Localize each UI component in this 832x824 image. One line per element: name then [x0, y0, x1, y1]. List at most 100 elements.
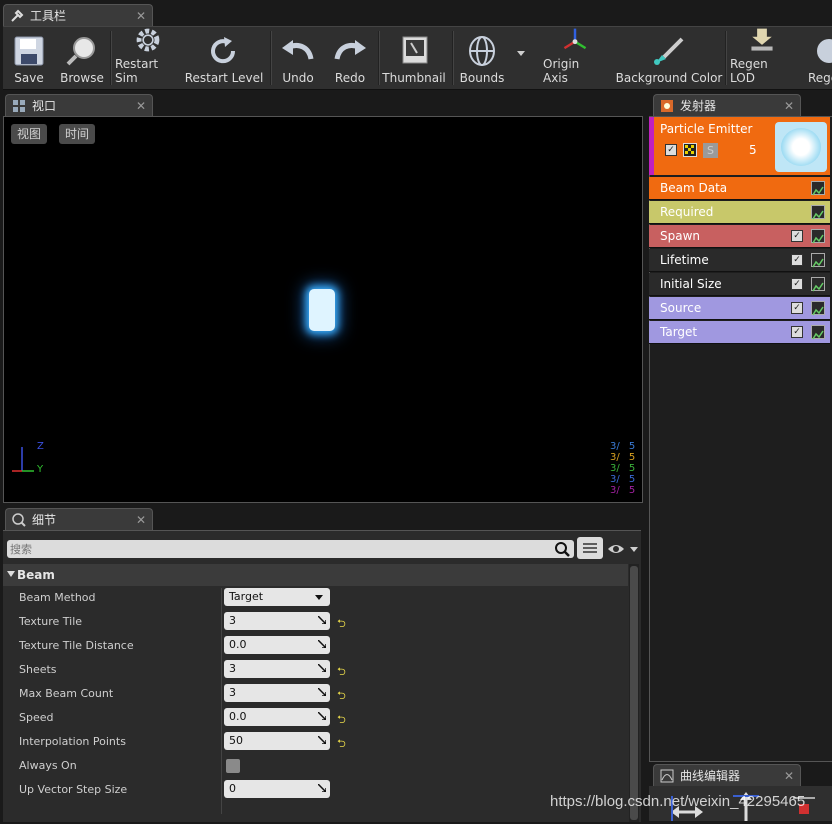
save-button[interactable]: Save — [7, 27, 51, 89]
close-icon[interactable]: ✕ — [136, 9, 146, 23]
stat-row: 3/ 5 — [610, 463, 636, 474]
refresh-icon — [211, 37, 236, 64]
interpolation-points-input[interactable]: 50 — [224, 732, 330, 750]
property-row-max-beam-count: Max Beam Count 3 ⮌ — [3, 682, 628, 706]
module-target[interactable]: Target ✓ — [649, 321, 830, 344]
axis-gizmo: Z Y — [8, 441, 52, 481]
thumbnail-button[interactable]: Thumbnail — [382, 27, 446, 89]
solo-button[interactable]: S — [703, 143, 718, 158]
drag-handle-icon[interactable] — [318, 736, 326, 744]
close-icon[interactable]: ✕ — [784, 769, 794, 783]
graph-icon[interactable] — [811, 277, 825, 292]
drag-handle-icon[interactable] — [318, 664, 326, 672]
graph-icon[interactable] — [811, 325, 825, 340]
drag-handle-icon[interactable] — [318, 688, 326, 696]
regen-lod-button[interactable]: Regen LOD — [730, 27, 794, 89]
restart-level-button[interactable]: Restart Level — [183, 27, 265, 89]
regen-icon — [817, 39, 832, 63]
module-lifetime[interactable]: Lifetime ✓ — [649, 249, 830, 272]
stat-row: 3/ 5 — [610, 452, 636, 463]
max-beam-count-input[interactable]: 3 — [224, 684, 330, 702]
module-source[interactable]: Source ✓ — [649, 297, 830, 320]
origin-axis-button[interactable]: Origin Axis — [543, 27, 607, 89]
redo-button[interactable]: Redo — [327, 27, 373, 89]
module-enabled-checkbox[interactable]: ✓ — [791, 278, 803, 290]
drag-handle-icon[interactable] — [318, 712, 326, 720]
thumbnail-icon — [402, 36, 428, 64]
toolbar-tab[interactable]: 工具栏 ✕ — [3, 4, 153, 26]
sheets-input[interactable]: 3 — [224, 660, 330, 678]
emitter-enabled-checkbox[interactable]: ✓ — [665, 144, 677, 156]
up-vector-step-size-input[interactable]: 0 — [224, 780, 330, 798]
visibility-options-button[interactable] — [607, 540, 639, 558]
eye-icon — [608, 545, 638, 553]
details-scrollbar[interactable] — [629, 564, 639, 822]
reset-to-default-icon[interactable]: ⮌ — [337, 615, 346, 634]
regen-lod-duplicate-button[interactable]: Rege — [803, 27, 832, 89]
undo-label: Undo — [282, 71, 314, 85]
viewport[interactable]: 视图 时间 Z Y 3/ 5 3/ 5 3/ 5 3/ 5 3/ 5 — [3, 116, 643, 503]
texture-tile-distance-input[interactable]: 0.0 — [224, 636, 330, 654]
restart-sim-button[interactable]: Restart Sim — [115, 27, 181, 89]
redo-icon — [334, 40, 366, 60]
reset-to-default-icon[interactable]: ⮌ — [337, 663, 346, 682]
undo-button[interactable]: Undo — [275, 27, 321, 89]
drag-handle-icon[interactable] — [318, 616, 326, 624]
module-required[interactable]: Required — [649, 201, 830, 224]
toolbar-tab-title: 工具栏 — [30, 9, 67, 23]
background-color-button[interactable]: Background Color — [615, 27, 723, 89]
property-row-speed: Speed 0.0 ⮌ — [3, 706, 628, 730]
bounds-dropdown-arrow[interactable] — [517, 51, 525, 56]
bounds-button[interactable]: Bounds — [457, 27, 507, 89]
emitter-header[interactable]: Particle Emitter ✓ S 5 — [649, 117, 830, 175]
emitter-particle-count: 5 — [749, 143, 757, 157]
beam-method-dropdown[interactable]: Target — [224, 588, 330, 606]
module-spawn[interactable]: Spawn ✓ — [649, 225, 830, 248]
stat-row: 3/ 5 — [610, 441, 636, 452]
time-menu-button[interactable]: 时间 — [59, 124, 96, 144]
drag-handle-icon[interactable] — [318, 640, 326, 648]
view-menu-button[interactable]: 视图 — [11, 124, 48, 144]
property-label: Up Vector Step Size — [19, 783, 128, 796]
emitter-tab[interactable]: 发射器 ✕ — [653, 94, 801, 116]
module-enabled-checkbox[interactable]: ✓ — [791, 326, 803, 338]
always-on-checkbox[interactable] — [226, 759, 240, 773]
graph-icon[interactable] — [811, 205, 825, 220]
collapse-arrow-icon[interactable] — [7, 571, 15, 577]
search-icon[interactable] — [554, 541, 570, 560]
speed-input[interactable]: 0.0 — [224, 708, 330, 726]
drag-handle-icon[interactable] — [318, 784, 326, 792]
module-beam-data[interactable]: Beam Data — [649, 177, 830, 200]
reset-to-default-icon[interactable]: ⮌ — [337, 711, 346, 730]
graph-icon[interactable] — [811, 229, 825, 244]
curve-editor-tab[interactable]: 曲线编辑器 ✕ — [653, 764, 801, 786]
emitter-icon — [660, 99, 674, 113]
search-field[interactable] — [7, 540, 574, 558]
viewport-tab[interactable]: 视口 ✕ — [5, 94, 153, 116]
texture-tile-input[interactable]: 3 — [224, 612, 330, 630]
details-tab[interactable]: 细节 ✕ — [5, 508, 153, 530]
axis-y-label: Y — [37, 464, 44, 475]
emitter-render-mode-icon[interactable] — [683, 143, 697, 157]
close-icon[interactable]: ✕ — [136, 99, 146, 113]
graph-icon[interactable] — [811, 181, 825, 196]
close-icon[interactable]: ✕ — [136, 513, 146, 527]
close-icon[interactable]: ✕ — [784, 99, 794, 113]
axis-z-label: Z — [37, 441, 44, 452]
graph-icon[interactable] — [811, 301, 825, 316]
reset-to-default-icon[interactable]: ⮌ — [337, 735, 346, 754]
wrench-icon — [10, 9, 24, 23]
property-label: Beam Method — [19, 591, 96, 604]
module-enabled-checkbox[interactable]: ✓ — [791, 230, 803, 242]
list-icon — [583, 543, 597, 553]
search-input[interactable] — [10, 540, 550, 558]
module-enabled-checkbox[interactable]: ✓ — [791, 254, 803, 266]
beam-section-header[interactable]: Beam — [3, 564, 628, 586]
view-options-button[interactable] — [577, 537, 603, 559]
graph-icon[interactable] — [811, 253, 825, 268]
reset-to-default-icon[interactable]: ⮌ — [337, 687, 346, 706]
scrollbar-thumb[interactable] — [630, 566, 638, 820]
browse-button[interactable]: Browse — [58, 27, 106, 89]
module-enabled-checkbox[interactable]: ✓ — [791, 302, 803, 314]
module-initial-size[interactable]: Initial Size ✓ — [649, 273, 830, 296]
